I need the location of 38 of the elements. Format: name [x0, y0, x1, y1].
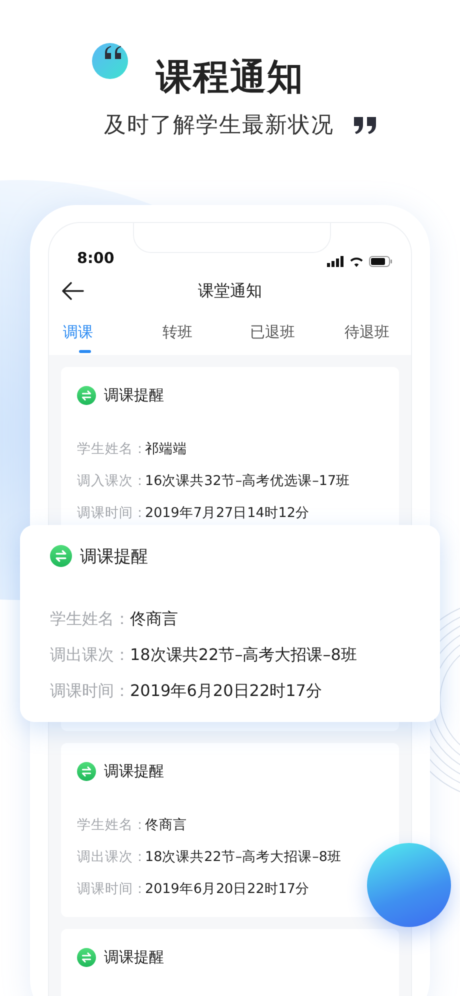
- back-icon[interactable]: [61, 281, 85, 301]
- field-value: 16次课共32节–高考优选课–17班: [145, 472, 350, 490]
- status-time: 8:00: [77, 249, 114, 267]
- field-label: 调课时间：: [77, 504, 145, 522]
- swap-icon: [77, 948, 96, 966]
- tab[interactable]: 待退班: [326, 309, 407, 355]
- swap-icon: [50, 545, 72, 567]
- signal-icon: [327, 256, 344, 267]
- field-value: 2019年7月27日14时12分: [145, 504, 310, 522]
- tab[interactable]: 转班: [138, 309, 218, 355]
- field-value: 2019年6月20日22时17分: [145, 880, 310, 898]
- headline-subtitle: 及时了解学生最新状况: [104, 112, 334, 140]
- card-title: 调课提醒: [80, 546, 148, 568]
- swap-icon: [77, 762, 96, 780]
- field-value: 佟商言: [145, 816, 187, 834]
- field-value: 祁端端: [145, 440, 187, 458]
- field-value: 18次课共22节–高考大招课–8班: [145, 848, 342, 866]
- field-value: 佟商言: [130, 608, 178, 630]
- battery-icon: [369, 256, 393, 267]
- field-label: 调出课次：: [50, 644, 130, 666]
- tab[interactable]: 已退班: [232, 309, 312, 355]
- card-title: 调课提醒: [104, 948, 164, 966]
- field-label: 调出课次：: [77, 848, 145, 866]
- field-value: 18次课共22节–高考大招课–8班: [130, 644, 357, 666]
- wifi-icon: [349, 256, 364, 267]
- card-title: 调课提醒: [104, 386, 164, 404]
- field-label: 学生姓名：: [50, 608, 130, 630]
- nav-title: 课堂通知: [198, 280, 262, 302]
- field-label: 调课时间：: [77, 880, 145, 898]
- field-label: 调课时间：: [50, 680, 130, 702]
- swap-icon: [77, 386, 96, 404]
- field-label: 学生姓名：: [77, 816, 145, 834]
- card-title: 调课提醒: [104, 762, 164, 780]
- field-label: 学生姓名：: [77, 440, 145, 458]
- quote-icon: [354, 117, 378, 135]
- field-label: 调入课次：: [77, 472, 145, 490]
- field-value: 2019年6月20日22时17分: [130, 680, 322, 702]
- headline-title: 课程通知: [156, 57, 304, 99]
